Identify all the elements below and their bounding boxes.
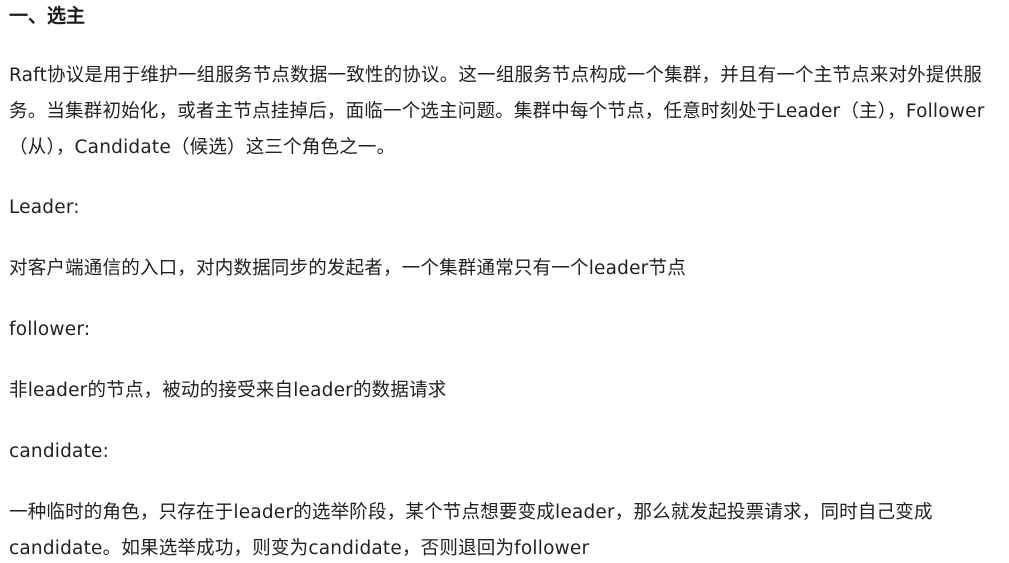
role-description-leader: 对客户端通信的入口，对内数据同步的发起者，一个集群通常只有一个leader节点 [9, 258, 686, 279]
role-term-leader: Leader: [9, 197, 80, 218]
role-term-candidate: candidate: [9, 441, 110, 462]
role-term-follower: follower: [9, 319, 91, 340]
role-description-follower: 非leader的节点，被动的接受来自leader的数据请求 [9, 380, 447, 401]
intro-paragraph: Raft协议是用于维护一组服务节点数据一致性的协议。这一组服务节点构成一个集群，… [9, 65, 985, 158]
role-description-candidate: 一种临时的角色，只存在于leader的选举阶段，某个节点想要变成leader，那… [9, 502, 933, 559]
section-heading: 一、选主 [9, 5, 86, 27]
